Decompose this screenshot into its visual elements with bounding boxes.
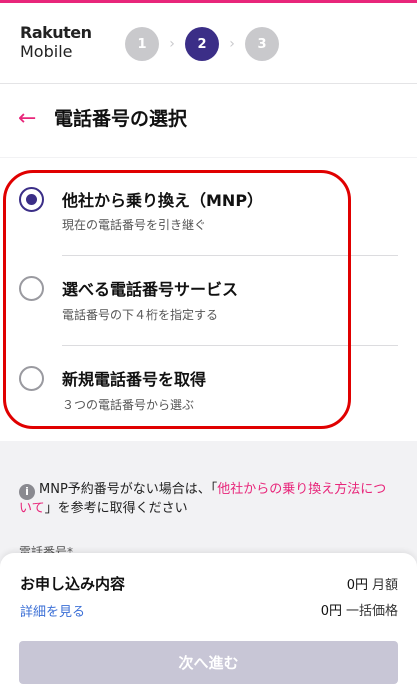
rakuten-mobile-logo[interactable]: Rakuten Mobile: [20, 23, 92, 61]
monthly-price-row: 0円 月額: [347, 574, 398, 593]
option-title: 選べる電話番号サービス: [62, 280, 239, 299]
info-text-before: MNP予約番号がない場合は、「: [39, 482, 218, 497]
onetime-unit: 一括価格: [345, 604, 398, 619]
option-mnp[interactable]: 他社から乗り換え（MNP） 現在の電話番号を引き継ぐ: [0, 158, 417, 246]
mnp-info-note: i MNP予約番号がない場合は、「他社からの乗り換え方法について」を参考に取得くだ…: [19, 481, 399, 518]
radio-mnp[interactable]: [19, 187, 44, 212]
radio-new-number[interactable]: [19, 366, 44, 391]
option-title: 新規電話番号を取得: [62, 370, 207, 389]
monthly-unit: 月額: [371, 578, 398, 593]
order-summary-panel: お申し込み内容 詳細を見る 0円 月額 0円 一括価格 次へ進む: [0, 553, 417, 690]
step-3: 3: [245, 27, 279, 61]
radio-choose-number[interactable]: [19, 276, 44, 301]
back-arrow-icon[interactable]: ←: [18, 106, 36, 132]
title-bar: ← 電話番号の選択: [0, 83, 417, 157]
logo-line1: Rakuten: [20, 23, 92, 42]
info-icon: i: [19, 484, 35, 500]
step-2-active: 2: [185, 27, 219, 61]
option-subtitle: ３つの電話番号から選ぶ: [62, 398, 195, 412]
page-title: 電話番号の選択: [54, 108, 188, 130]
summary-title: お申し込み内容: [20, 575, 126, 593]
chevron-right-icon: ›: [169, 36, 175, 52]
onetime-price: 0円: [320, 604, 342, 619]
details-link[interactable]: 詳細を見る: [20, 601, 85, 620]
header: Rakuten Mobile 1 › 2 › 3: [0, 3, 417, 83]
info-text-after: 」を参考に取得ください: [44, 501, 188, 516]
option-new-number[interactable]: 新規電話番号を取得 ３つの電話番号から選ぶ: [0, 346, 417, 434]
onetime-price-row: 0円 一括価格: [321, 600, 398, 619]
option-subtitle: 電話番号の下４桁を指定する: [62, 308, 219, 322]
option-choose-number[interactable]: 選べる電話番号サービス 電話番号の下４桁を指定する: [0, 256, 417, 344]
phone-number-options: 他社から乗り換え（MNP） 現在の電話番号を引き継ぐ 選べる電話番号サービス 電…: [0, 158, 417, 441]
step-1: 1: [125, 27, 159, 61]
monthly-price: 0円: [346, 578, 368, 593]
option-subtitle: 現在の電話番号を引き継ぐ: [62, 218, 207, 232]
step-indicator: 1 › 2 › 3: [125, 27, 279, 61]
next-button[interactable]: 次へ進む: [19, 641, 398, 684]
chevron-right-icon: ›: [229, 36, 235, 52]
option-title: 他社から乗り換え（MNP）: [62, 191, 264, 210]
logo-line2: Mobile: [20, 42, 73, 61]
